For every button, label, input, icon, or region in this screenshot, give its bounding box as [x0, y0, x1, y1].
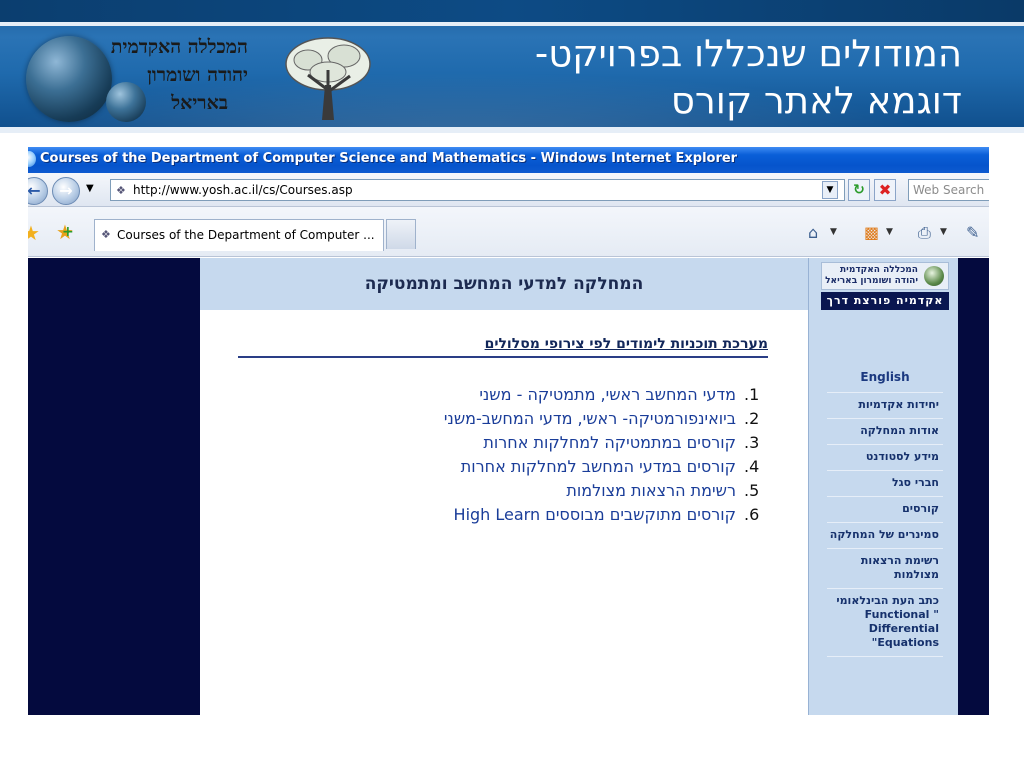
list-number: 3.: [744, 433, 760, 452]
slide: המכללה האקדמית יהודה ושומרון באריאל המוד…: [0, 0, 1024, 768]
rss-dropdown-icon[interactable]: ▼: [886, 227, 893, 237]
course-list: 1. מדעי המחשב ראשי, מתמטיקה - משני 2. ביוא…: [208, 383, 768, 527]
tab-favicon-icon: ❖: [101, 228, 111, 241]
page-icon[interactable]: ✎: [966, 223, 979, 242]
sidebar-item-english[interactable]: English: [827, 364, 943, 393]
sidebar-logo-line-1: המכללה האקדמית: [840, 265, 918, 275]
ie-icon: [28, 151, 36, 167]
header-divider-bottom: [0, 127, 1024, 133]
page-content: המחלקה למדעי המחשב ומתמטיקה מערכת תוכניו…: [28, 258, 989, 715]
browser-window: Courses of the Department of Computer Sc…: [28, 147, 989, 715]
department-header: המחלקה למדעי המחשב ומתמטיקה: [200, 258, 808, 310]
sidebar-item-recorded-lectures[interactable]: רשימת הרצאות מצולמות: [827, 549, 943, 589]
print-icon[interactable]: ⎙: [918, 223, 931, 243]
header-top-strip: [0, 0, 1024, 22]
list-number: 4.: [744, 457, 760, 476]
sidebar-item-academic-units[interactable]: יחידות אקדמיות: [827, 393, 943, 419]
course-link-label: קורסים מתוקשבים מבוססים High Learn: [453, 505, 736, 524]
site-sidebar: המכללה האקדמית יהודה ושומרון באריאל אקדמ…: [808, 258, 958, 715]
window-titlebar[interactable]: Courses of the Department of Computer Sc…: [28, 147, 989, 173]
course-link-label: ביואינפורמטיקה- ראשי, מדעי המחשב-משני: [443, 409, 736, 428]
list-number: 2.: [744, 409, 760, 428]
back-arrow-icon[interactable]: ←: [28, 177, 48, 205]
sidebar-item-seminars[interactable]: סמינרים של המחלקה: [827, 523, 943, 549]
logo-text-line-1: המכללה האקדמית: [110, 36, 248, 58]
sidebar-item-student-info[interactable]: מידע לסטודנט: [827, 445, 943, 471]
address-dropdown-icon[interactable]: ▼: [822, 181, 838, 199]
course-link-label: קורסים במתמטיקה למחלקות אחרות: [483, 433, 736, 452]
address-input[interactable]: ❖ http://www.yosh.ac.il/cs/Courses.asp: [110, 179, 845, 201]
course-link-label: קורסים במדעי המחשב למחלקות אחרות: [460, 457, 736, 476]
sidebar-menu: English יחידות אקדמיות אודות המחלקה מידע…: [827, 364, 943, 657]
section-heading: מערכת תוכניות לימודים לפי צירופי מסלולים: [238, 336, 768, 358]
sidebar-logo-line-2: יהודה ושומרון באריאל: [825, 276, 918, 286]
course-link-3[interactable]: 3. קורסים במתמטיקה למחלקות אחרות: [208, 431, 768, 455]
globe-icon: [26, 36, 112, 122]
page-left-margin: [28, 258, 200, 715]
new-tab-button[interactable]: [386, 219, 416, 249]
window-title: Courses of the Department of Computer Sc…: [40, 151, 738, 166]
address-url: http://www.yosh.ac.il/cs/Courses.asp: [133, 183, 353, 197]
tab-courses[interactable]: ❖ Courses of the Department of Computer …: [94, 219, 384, 251]
slide-title: המודולים שנכללו בפרויקט- דוגמא לאתר קורס: [402, 30, 962, 124]
list-number: 6.: [744, 505, 760, 524]
tree-logo-icon: [924, 266, 944, 286]
recent-pages-dropdown[interactable]: ▼: [86, 183, 94, 194]
slide-title-line-1: המודולים שנכללו בפרויקט-: [534, 32, 962, 75]
main-area: המחלקה למדעי המחשב ומתמטיקה מערכת תוכניו…: [200, 258, 808, 715]
list-number: 5.: [744, 481, 760, 500]
logo-text-line-3: באריאל: [171, 92, 228, 114]
print-dropdown-icon[interactable]: ▼: [940, 227, 947, 237]
course-link-label: רשימת הרצאות מצולמות: [566, 481, 736, 500]
college-logo: המכללה האקדמית יהודה ושומרון באריאל: [18, 30, 388, 124]
home-dropdown-icon[interactable]: ▼: [830, 227, 837, 237]
tree-icon: [285, 37, 371, 120]
tab-label: Courses of the Department of Computer ..…: [117, 228, 375, 242]
tab-toolbar: ★ ★ + ❖ Courses of the Department of Comp…: [28, 207, 989, 257]
logo-text-line-2: יהודה ושומרון: [147, 64, 248, 86]
sidebar-item-courses[interactable]: קורסים: [827, 497, 943, 523]
course-link-4[interactable]: 4. קורסים במדעי המחשב למחלקות אחרות: [208, 455, 768, 479]
sidebar-tagline: אקדמיה פורצת דרך: [821, 292, 949, 310]
course-link-5[interactable]: 5. רשימת הרצאות מצולמות: [208, 479, 768, 503]
sidebar-item-staff[interactable]: חברי סגל: [827, 471, 943, 497]
sidebar-logo[interactable]: המכללה האקדמית יהודה ושומרון באריאל: [821, 262, 949, 290]
search-input[interactable]: Web Search: [908, 179, 989, 201]
add-favorite-icon[interactable]: ★ +: [56, 220, 74, 244]
course-link-2[interactable]: 2. ביואינפורמטיקה- ראשי, מדעי המחשב-משני: [208, 407, 768, 431]
stop-icon[interactable]: ✖: [874, 179, 896, 201]
forward-arrow-icon[interactable]: →: [52, 177, 80, 205]
page-right-margin: [958, 258, 989, 715]
sidebar-item-journal[interactable]: כתב העת הבינלאומי " Functional Different…: [827, 589, 943, 657]
rss-icon[interactable]: ▩: [864, 223, 879, 242]
home-icon[interactable]: ⌂: [808, 223, 818, 242]
address-toolbar: ← → ▼ ❖ http://www.yosh.ac.il/cs/Courses…: [28, 173, 989, 207]
slide-title-line-2: דוגמא לאתר קורס: [670, 79, 962, 122]
slide-header: המכללה האקדמית יהודה ושומרון באריאל המוד…: [0, 0, 1024, 133]
star-icon[interactable]: ★: [28, 221, 40, 245]
list-number: 1.: [744, 385, 760, 404]
course-link-1[interactable]: 1. מדעי המחשב ראשי, מתמטיקה - משני: [208, 383, 768, 407]
header-divider-top: [0, 22, 1024, 26]
refresh-icon[interactable]: ↻: [848, 179, 870, 201]
course-link-6[interactable]: 6. קורסים מתוקשבים מבוססים High Learn: [208, 503, 768, 527]
sidebar-logo-text: המכללה האקדמית יהודה ושומרון באריאל: [825, 265, 918, 287]
small-globe-icon: [106, 82, 146, 122]
page-favicon-icon: ❖: [116, 184, 126, 197]
sidebar-item-about[interactable]: אודות המחלקה: [827, 419, 943, 445]
course-link-label: מדעי המחשב ראשי, מתמטיקה - משני: [479, 385, 736, 404]
